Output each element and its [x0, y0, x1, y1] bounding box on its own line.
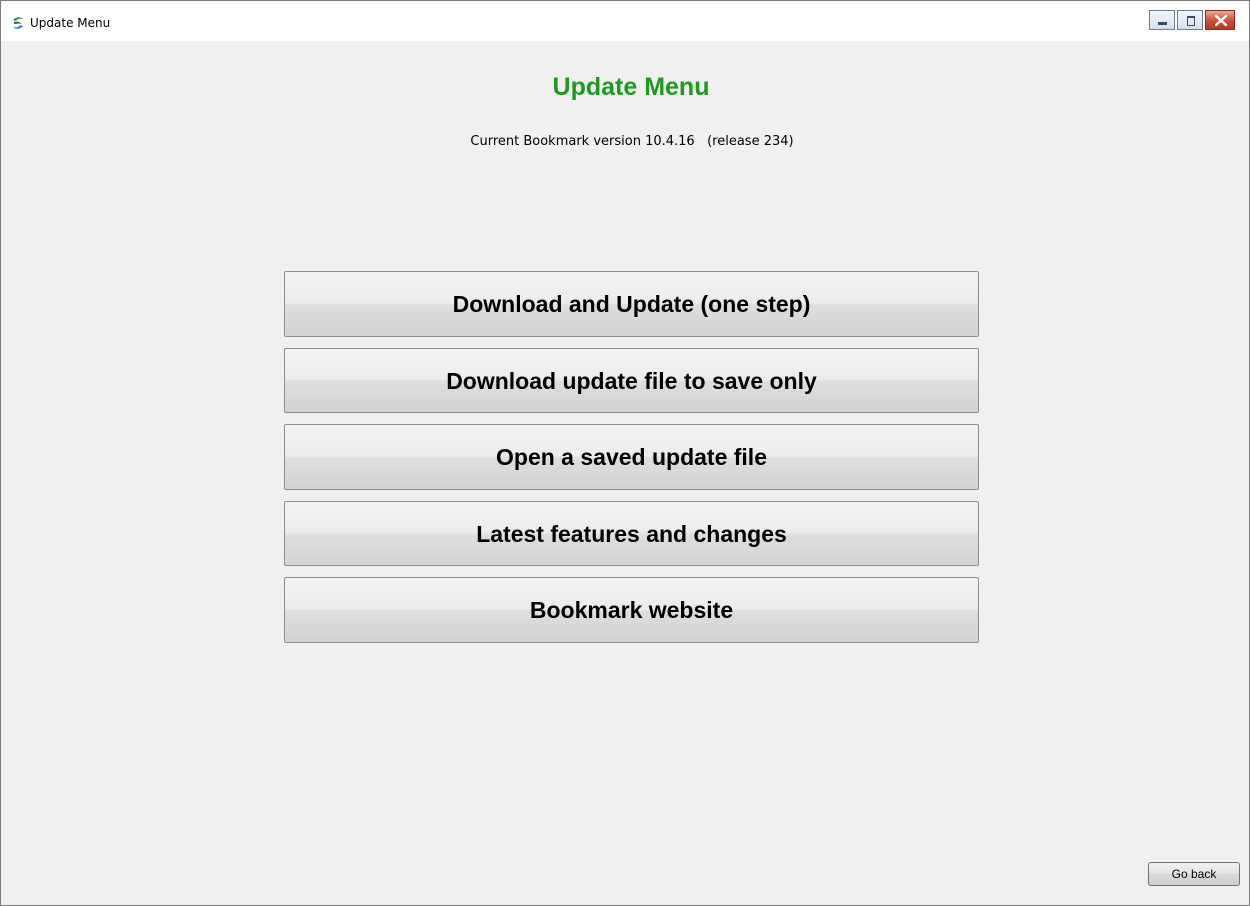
bookmark-swirl-icon — [11, 15, 25, 29]
bookmark-website-button[interactable]: Bookmark website — [284, 577, 979, 643]
version-label: Current Bookmark version 10.4.16 (releas… — [470, 134, 794, 149]
window-controls — [1149, 10, 1235, 30]
download-update-file-button[interactable]: Download update file to save only — [284, 348, 979, 413]
update-menu-window: Update Menu Update Menu Current Bookmark… — [0, 0, 1250, 906]
content-area: Update Menu Current Bookmark version 10.… — [1, 41, 1249, 905]
go-back-button[interactable]: Go back — [1148, 862, 1240, 886]
close-icon[interactable] — [1205, 10, 1235, 30]
minimize-icon[interactable] — [1149, 10, 1175, 30]
window-title: Update Menu — [30, 16, 111, 30]
page-title: Update Menu — [552, 73, 710, 101]
download-and-update-button[interactable]: Download and Update (one step) — [284, 271, 979, 337]
title-bar[interactable]: Update Menu — [1, 1, 1249, 41]
update-options-menu: Download and Update (one step) Download … — [284, 271, 979, 654]
open-saved-update-file-button[interactable]: Open a saved update file — [284, 424, 979, 490]
latest-features-button[interactable]: Latest features and changes — [284, 501, 979, 566]
maximize-icon[interactable] — [1177, 10, 1203, 30]
